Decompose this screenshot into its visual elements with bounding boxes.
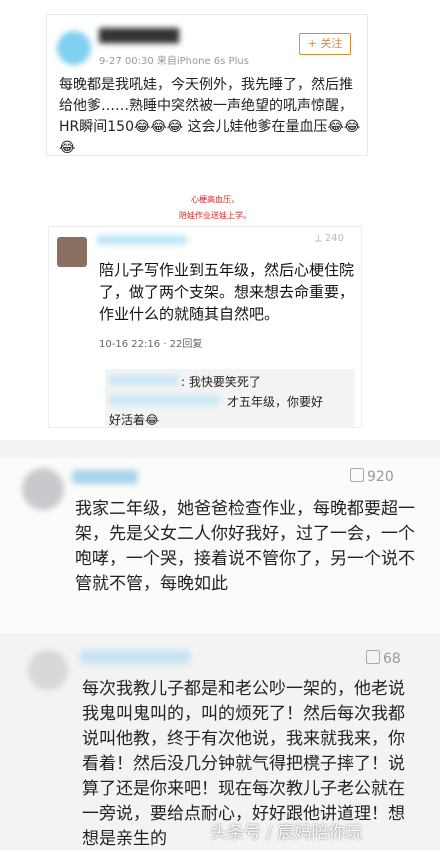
watermark: 头条号 / 宸妈陪你玩 — [210, 823, 363, 843]
like-count: 68 — [383, 651, 401, 667]
avatar[interactable] — [57, 237, 87, 267]
reply-line: 好活着😂 — [109, 413, 160, 427]
post-card-1: ████████ 9-27 00:30 来自iPhone 6s Plus + 关… — [46, 14, 368, 156]
avatar[interactable] — [57, 31, 91, 65]
reply-quote-box[interactable]: : 我快要笑死了 才五年级，你要好 好活着😂 — [105, 369, 355, 427]
comment-text: 我家二年级，她爸爸检查作业，每晚都要超一架，先是父女二人你好我好，过了一会，一个… — [75, 499, 415, 594]
caption-line-1: 心梗高血压， — [191, 195, 239, 204]
post-card-2: ⟂ 240 陪儿子写作业到五年级，然后心梗住院了，做了两个支架。想来想去命重要，… — [48, 226, 362, 428]
thumb-up-icon — [366, 650, 380, 664]
avatar[interactable] — [22, 468, 64, 510]
username-blurred[interactable] — [80, 650, 190, 664]
like-button[interactable]: 68 — [366, 650, 401, 667]
reply-username-blurred — [109, 375, 179, 385]
username-blurred[interactable]: ████████ — [99, 29, 179, 44]
post-meta[interactable]: 10-16 22:16 · 22回复 — [99, 335, 202, 350]
reply-line: 才五年级，你要好 — [227, 395, 324, 409]
like-button[interactable]: 920 — [350, 468, 394, 485]
reply-username-blurred — [109, 395, 219, 405]
like-count[interactable]: ⟂ 240 — [315, 233, 344, 244]
thumb-up-icon — [350, 468, 364, 482]
reply-line: : 我快要笑死了 — [181, 375, 261, 389]
red-caption: 心梗高血压， 陪娃作业送娃上学。 — [130, 192, 300, 224]
username-blurred[interactable] — [72, 470, 138, 484]
post-meta: 9-27 00:30 来自iPhone 6s Plus — [99, 56, 249, 67]
avatar[interactable] — [28, 650, 68, 690]
post-text: 陪儿子写作业到五年级，然后心梗住院了，做了两个支架。想来想去命重要，作业什么的就… — [99, 261, 355, 323]
like-count: 920 — [367, 469, 394, 485]
post-text: 每晚都是我吼娃，今天例外，我先睡了，然后推给他爹……熟睡中突然被一声绝望的吼声惊… — [59, 77, 361, 156]
follow-button[interactable]: + 关注 — [299, 33, 351, 55]
caption-line-2: 陪娃作业送娃上学。 — [179, 211, 251, 220]
username-blurred[interactable] — [97, 235, 187, 245]
